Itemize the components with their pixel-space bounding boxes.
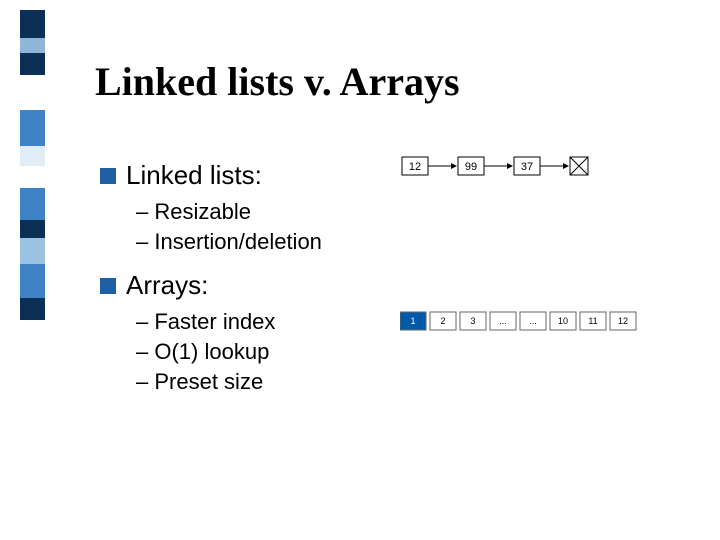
list-item-text: Preset size (154, 369, 263, 394)
ll-node-value: 99 (465, 161, 477, 173)
slide-content: Linked lists: – Resizable – Insertion/de… (100, 150, 660, 410)
array-cell-value: 2 (440, 316, 445, 326)
section-heading: Arrays: (126, 270, 208, 301)
section-heading: Linked lists: (126, 160, 262, 191)
linked-lists-points: – Resizable – Insertion/deletion (136, 197, 660, 256)
bullet-icon (100, 278, 116, 294)
list-item-text: Resizable (154, 199, 251, 224)
bullet-icon (100, 168, 116, 184)
list-item-text: Insertion/deletion (154, 229, 322, 254)
list-item-text: O(1) lookup (154, 339, 269, 364)
slide-title: Linked lists v. Arrays (95, 58, 460, 105)
list-item: – Insertion/deletion (136, 227, 660, 257)
array-cell-value: 3 (470, 316, 475, 326)
section-arrays: Arrays: (100, 270, 660, 301)
list-item: – Resizable (136, 197, 660, 227)
array-cell-value: ... (529, 316, 537, 326)
array-cell-value: ... (499, 316, 507, 326)
left-edge-decoration (0, 0, 50, 540)
ll-node-value: 12 (409, 161, 421, 173)
list-item: – O(1) lookup (136, 337, 660, 367)
list-item: – Preset size (136, 367, 660, 397)
array-diagram: 1 2 3 ... ... 10 11 12 (400, 310, 660, 334)
array-cell-value: 12 (618, 316, 628, 326)
array-cell-value: 1 (410, 316, 415, 326)
linked-list-diagram: 12 99 37 (400, 152, 620, 182)
array-cell-value: 10 (558, 316, 568, 326)
array-cell-value: 11 (588, 316, 597, 326)
ll-node-value: 37 (521, 161, 533, 173)
list-item-text: Faster index (154, 309, 275, 334)
